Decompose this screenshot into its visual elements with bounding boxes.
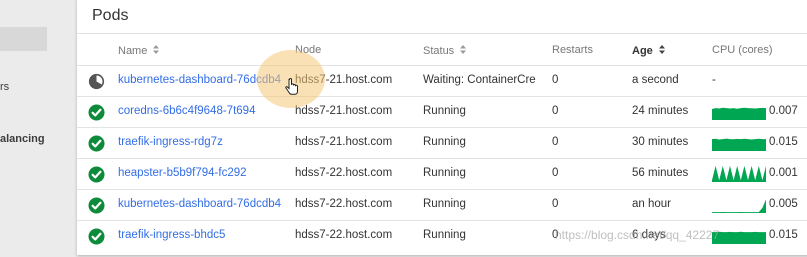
pod-node: hdss7-21.host.com	[295, 136, 393, 148]
table-row[interactable]: coredns-6b6c4f9648-7t694 hdss7-21.host.co…	[77, 96, 807, 128]
check-circle-icon	[88, 228, 105, 245]
pod-cpu-value: 0.001	[769, 167, 798, 179]
sidebar-item-label[interactable]: rs	[0, 81, 9, 93]
column-header-name[interactable]: Name	[118, 44, 160, 58]
column-header-status[interactable]: Status	[423, 44, 467, 58]
pod-status: Running	[423, 136, 466, 148]
pod-cpu-value: -	[712, 74, 716, 86]
pod-restarts: 0	[552, 105, 559, 117]
sort-icon	[459, 44, 467, 58]
check-circle-icon	[88, 135, 105, 152]
pod-age: 24 minutes	[632, 105, 689, 117]
cpu-sparkline	[712, 199, 766, 213]
pod-name-link[interactable]: traefik-ingress-bhdc5	[118, 229, 284, 241]
pod-status: Waiting: ContainerCre	[423, 74, 536, 86]
table-row[interactable]: traefik-ingress-rdg7z hdss7-21.host.com Ru…	[77, 127, 807, 159]
hand-cursor-icon	[285, 77, 299, 101]
pod-restarts: 0	[552, 74, 559, 86]
check-circle-icon	[88, 197, 105, 214]
table-row[interactable]: kubernetes-dashboard-76dcdb4 hdss7-21.hos…	[77, 65, 807, 97]
cpu-sparkline	[712, 138, 766, 151]
pod-node: hdss7-21.host.com	[295, 105, 393, 117]
cpu-sparkline	[712, 107, 766, 120]
column-header-age[interactable]: Age	[632, 44, 666, 58]
sort-icon	[658, 44, 666, 58]
card-title: Pods	[92, 7, 129, 24]
column-header-cpu: CPU (cores)	[712, 44, 773, 56]
check-circle-icon	[88, 104, 105, 121]
cpu-sparkline	[712, 165, 766, 182]
pod-restarts: 0	[552, 198, 559, 210]
pod-status: Running	[423, 198, 466, 210]
pod-age: an hour	[632, 198, 672, 210]
column-header-label: Age	[632, 45, 653, 57]
cpu-sparkline-area	[712, 107, 766, 120]
watermark: https://blog.csdn.net/qq_42227	[555, 228, 720, 242]
pod-restarts: 0	[552, 136, 559, 148]
cpu-sparkline	[712, 231, 766, 244]
pod-status: Running	[423, 229, 466, 241]
pod-node: hdss7-22.host.com	[295, 198, 393, 210]
pod-cpu-value: 0.015	[769, 229, 798, 241]
pod-status: Running	[423, 167, 466, 179]
column-header-restarts: Restarts	[552, 44, 593, 56]
pod-age: 56 minutes	[632, 167, 689, 179]
pod-age: a second	[632, 74, 679, 86]
cpu-sparkline-area	[712, 165, 766, 182]
pod-age: 30 minutes	[632, 136, 689, 148]
pod-status: Running	[423, 105, 466, 117]
column-header-label: Status	[423, 45, 455, 57]
pod-cpu-value: 0.007	[769, 105, 798, 117]
table-row[interactable]: kubernetes-dashboard-76dcdb4 hdss7-22.hos…	[77, 189, 807, 221]
divider	[77, 33, 807, 34]
pod-name-link[interactable]: kubernetes-dashboard-76dcdb4	[118, 198, 284, 210]
column-header-label: Name	[118, 45, 148, 57]
cpu-sparkline-area	[712, 199, 766, 213]
pod-cpu-value: 0.005	[769, 198, 798, 210]
sort-icon	[152, 44, 160, 58]
pod-name-link[interactable]: traefik-ingress-rdg7z	[118, 136, 284, 148]
pod-name-link[interactable]: heapster-b5b9f794-fc292	[118, 167, 284, 179]
check-circle-icon	[88, 166, 105, 183]
sidebar: rs alancing	[0, 0, 62, 257]
table-row[interactable]: heapster-b5b9f794-fc292 hdss7-22.host.com…	[77, 158, 807, 190]
sidebar-item-label[interactable]: alancing	[0, 133, 45, 145]
cpu-sparkline-area	[712, 231, 766, 244]
cpu-sparkline-area	[712, 138, 766, 151]
sidebar-active-item[interactable]	[0, 27, 47, 51]
pods-card: Pods Name Node Status Restarts Age CPU (…	[77, 0, 807, 255]
pod-node: hdss7-22.host.com	[295, 167, 393, 179]
pod-restarts: 0	[552, 167, 559, 179]
pod-cpu-value: 0.015	[769, 136, 798, 148]
pending-icon	[88, 73, 105, 90]
pod-node: hdss7-22.host.com	[295, 229, 393, 241]
pod-name-link[interactable]: coredns-6b6c4f9648-7t694	[118, 105, 284, 117]
